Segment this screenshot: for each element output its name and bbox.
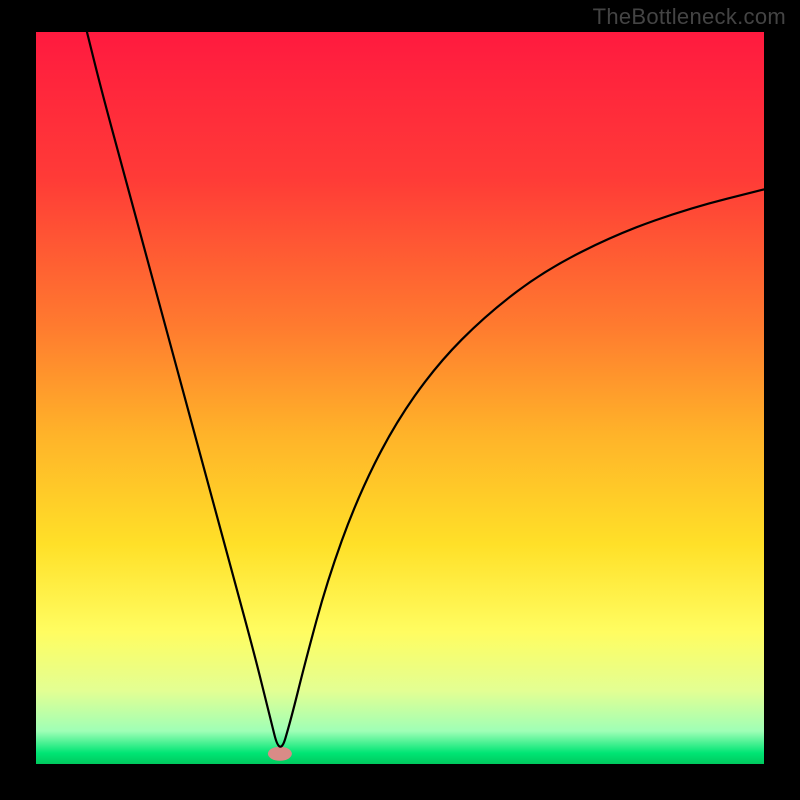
plot-background bbox=[36, 32, 764, 764]
watermark-label: TheBottleneck.com bbox=[593, 4, 786, 30]
chart-stage: TheBottleneck.com bbox=[0, 0, 800, 800]
optimal-point-marker bbox=[268, 747, 292, 761]
bottleneck-chart bbox=[0, 0, 800, 800]
